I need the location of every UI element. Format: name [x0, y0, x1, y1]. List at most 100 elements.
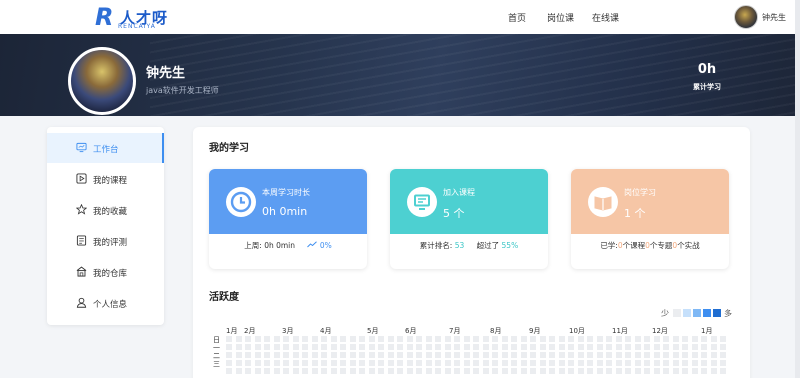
heatmap-cell[interactable]: [321, 352, 327, 358]
heatmap-cell[interactable]: [330, 360, 337, 366]
heatmap-cell[interactable]: [615, 336, 622, 342]
heatmap-cell[interactable]: [720, 360, 726, 366]
heatmap-cell[interactable]: [549, 344, 555, 350]
heatmap-cell[interactable]: [283, 336, 289, 342]
heatmap-cell[interactable]: [691, 336, 698, 342]
heatmap-cell[interactable]: [682, 368, 688, 374]
heatmap-cell[interactable]: [558, 336, 565, 342]
heatmap-cell[interactable]: [273, 360, 280, 366]
heatmap-cell[interactable]: [492, 344, 498, 350]
heatmap-cell[interactable]: [482, 336, 489, 342]
heatmap-cell[interactable]: [644, 368, 650, 374]
heatmap-cell[interactable]: [435, 352, 441, 358]
heatmap-cell[interactable]: [254, 352, 261, 358]
heatmap-cell[interactable]: [530, 344, 536, 350]
sidebar-item-my-warehouse[interactable]: 我的仓库: [47, 257, 164, 287]
heatmap-cell[interactable]: [406, 360, 413, 366]
heatmap-cell[interactable]: [283, 352, 289, 358]
heatmap-cell[interactable]: [520, 344, 527, 350]
heatmap-cell[interactable]: [330, 344, 337, 350]
heatmap-cell[interactable]: [634, 352, 641, 358]
heatmap-cell[interactable]: [302, 352, 308, 358]
heatmap-cell[interactable]: [226, 344, 232, 350]
heatmap-cell[interactable]: [435, 344, 441, 350]
heatmap-cell[interactable]: [359, 368, 365, 374]
heatmap-cell[interactable]: [625, 352, 631, 358]
heatmap-cell[interactable]: [349, 360, 356, 366]
heatmap-cell[interactable]: [463, 344, 470, 350]
heatmap-cell[interactable]: [283, 344, 289, 350]
heatmap-cell[interactable]: [492, 360, 498, 366]
heatmap-cell[interactable]: [254, 360, 261, 366]
heatmap-cell[interactable]: [245, 352, 251, 358]
heatmap-cell[interactable]: [235, 360, 242, 366]
heatmap-cell[interactable]: [368, 352, 375, 358]
heatmap-cell[interactable]: [710, 360, 717, 366]
heatmap-cell[interactable]: [245, 360, 251, 366]
heatmap-cell[interactable]: [292, 336, 299, 342]
heatmap-cell[interactable]: [416, 368, 422, 374]
heatmap-cell[interactable]: [235, 336, 242, 342]
heatmap-cell[interactable]: [226, 336, 232, 342]
heatmap-cell[interactable]: [359, 336, 365, 342]
heatmap-cell[interactable]: [644, 336, 650, 342]
heatmap-cell[interactable]: [245, 344, 251, 350]
heatmap-cell[interactable]: [720, 344, 726, 350]
heatmap-cell[interactable]: [397, 352, 403, 358]
heatmap-cell[interactable]: [568, 352, 574, 358]
heatmap-cell[interactable]: [501, 360, 508, 366]
heatmap-cell[interactable]: [235, 352, 242, 358]
heatmap-cell[interactable]: [568, 336, 574, 342]
heatmap-cell[interactable]: [378, 344, 384, 350]
heatmap-cell[interactable]: [691, 352, 698, 358]
heatmap-cell[interactable]: [406, 336, 413, 342]
heatmap-cell[interactable]: [425, 368, 432, 374]
heatmap-cell[interactable]: [321, 368, 327, 374]
heatmap-cell[interactable]: [530, 352, 536, 358]
heatmap-cell[interactable]: [625, 368, 631, 374]
heatmap-cell[interactable]: [558, 352, 565, 358]
heatmap-cell[interactable]: [378, 336, 384, 342]
heatmap-cell[interactable]: [558, 344, 565, 350]
heatmap-cell[interactable]: [701, 352, 707, 358]
heatmap-cell[interactable]: [653, 336, 660, 342]
heatmap-cell[interactable]: [444, 360, 451, 366]
nav-online-courses[interactable]: 在线课: [592, 11, 619, 24]
heatmap-cell[interactable]: [359, 344, 365, 350]
heatmap-cell[interactable]: [539, 344, 546, 350]
heatmap-cell[interactable]: [549, 360, 555, 366]
avatar[interactable]: [734, 5, 758, 29]
heatmap-cell[interactable]: [615, 344, 622, 350]
heatmap-cell[interactable]: [568, 344, 574, 350]
header-user-name[interactable]: 钟先生: [762, 12, 786, 23]
heatmap-cell[interactable]: [226, 352, 232, 358]
heatmap-cell[interactable]: [387, 360, 394, 366]
heatmap-cell[interactable]: [378, 368, 384, 374]
heatmap-cell[interactable]: [606, 336, 612, 342]
heatmap-cell[interactable]: [672, 368, 679, 374]
heatmap-cell[interactable]: [397, 360, 403, 366]
heatmap-cell[interactable]: [311, 344, 318, 350]
heatmap-cell[interactable]: [463, 352, 470, 358]
heatmap-cell[interactable]: [539, 360, 546, 366]
heatmap-cell[interactable]: [463, 336, 470, 342]
heatmap-cell[interactable]: [511, 360, 517, 366]
heatmap-cell[interactable]: [530, 368, 536, 374]
heatmap-cell[interactable]: [454, 344, 460, 350]
heatmap-cell[interactable]: [596, 336, 603, 342]
heatmap-cell[interactable]: [691, 344, 698, 350]
heatmap-cell[interactable]: [653, 344, 660, 350]
heatmap-cell[interactable]: [520, 360, 527, 366]
heatmap-cell[interactable]: [264, 336, 270, 342]
heatmap-cell[interactable]: [539, 352, 546, 358]
heatmap-cell[interactable]: [691, 360, 698, 366]
heatmap-cell[interactable]: [416, 336, 422, 342]
heatmap-cell[interactable]: [264, 352, 270, 358]
heatmap-cell[interactable]: [321, 360, 327, 366]
sidebar-item-my-courses[interactable]: 我的课程: [47, 164, 164, 194]
heatmap-cell[interactable]: [549, 352, 555, 358]
heatmap-cell[interactable]: [587, 336, 593, 342]
heatmap-cell[interactable]: [520, 336, 527, 342]
heatmap-cell[interactable]: [625, 336, 631, 342]
heatmap-cell[interactable]: [682, 360, 688, 366]
